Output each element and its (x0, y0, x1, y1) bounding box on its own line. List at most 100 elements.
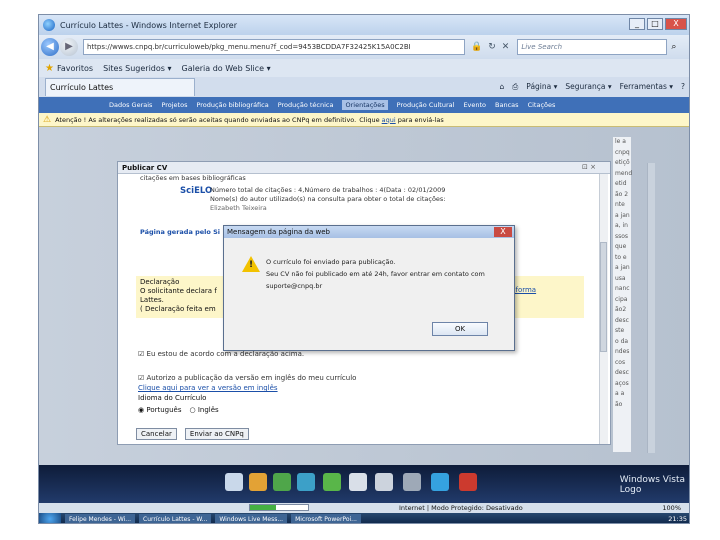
window-icon[interactable] (403, 473, 421, 491)
strip-line: etid (615, 180, 627, 187)
radio-en-label: Inglês (197, 406, 219, 414)
notice-tail: para enviá-las (397, 115, 444, 124)
agree-label: Eu estou de acordo com a declaração acim… (146, 350, 305, 358)
menu-producao-tecnica[interactable]: Produção técnica (278, 101, 334, 109)
favorites-item-webslice[interactable]: Galeria do Web Slice ▾ (182, 64, 271, 73)
radio-ingles[interactable]: ○ Inglês (190, 406, 219, 414)
warning-icon: ⚠ (43, 114, 52, 125)
status-bar: Internet | Modo Protegido: Desativado 10… (39, 503, 689, 513)
dialog-message: O currículo foi enviado para publicação.… (266, 256, 485, 292)
url-text: https://wwws.cnpq.br/curriculoweb/pkg_me… (87, 43, 411, 51)
strip-line: nte (615, 201, 625, 208)
cmd-page[interactable]: Página ▾ (526, 82, 557, 92)
dialog-close-button[interactable]: X (494, 227, 512, 237)
print-icon[interactable]: ⎙ (512, 82, 518, 92)
info-icon[interactable] (431, 473, 449, 491)
green-arrow-icon[interactable] (273, 473, 291, 491)
ie-logo-icon (43, 19, 55, 31)
strip-line: cnpq (615, 148, 630, 156)
refresh-tool-icon[interactable] (323, 473, 341, 491)
back-button[interactable]: ◀ (41, 38, 59, 56)
panel-close-button[interactable]: ⊡ × (582, 163, 596, 171)
right-text-strip: le a cnpq etiçõ mend etid ão 2 nte a jan… (613, 137, 633, 452)
notice-click: Clique (359, 115, 380, 124)
strip-line: desc (615, 316, 629, 324)
page-scrollbar[interactable] (647, 163, 655, 453)
english-label: Autorizo a publicação da versão em inglê… (146, 374, 357, 382)
brush-icon[interactable] (249, 473, 267, 491)
menu-dados-gerais[interactable]: Dados Gerais (109, 101, 152, 109)
favorites-button[interactable]: Favoritos (57, 64, 93, 73)
cmd-tools[interactable]: Ferramentas ▾ (620, 82, 673, 92)
gear-icon[interactable] (349, 473, 367, 491)
stop-button-icon[interactable] (459, 473, 477, 491)
menu-producao-cultural[interactable]: Produção Cultural (397, 101, 455, 109)
ok-button[interactable]: OK (432, 322, 488, 336)
cancel-button[interactable]: Cancelar (136, 428, 177, 440)
search-input[interactable]: Live Search (517, 39, 668, 55)
start-button[interactable] (39, 513, 61, 523)
menu-evento[interactable]: Evento (463, 101, 486, 109)
zoom-level[interactable]: 100% (662, 504, 689, 512)
help-icon[interactable]: ? (681, 82, 685, 92)
panel-title: Publicar CV (118, 162, 610, 174)
menu-projetos[interactable]: Projetos (161, 101, 187, 109)
document-icon[interactable] (375, 473, 393, 491)
radio-portugues[interactable]: ◉ Português (138, 406, 182, 414)
language-label: Idioma do Currículo (138, 394, 207, 402)
task-messenger[interactable]: Windows Live Mess... (215, 514, 288, 523)
home-icon[interactable]: ⌂ (500, 82, 505, 92)
strip-line: le a (615, 138, 626, 145)
task-felipe[interactable]: Felipe Mendes - Wi... (65, 514, 136, 523)
progress-bar (249, 504, 309, 511)
strip-line: cos (615, 358, 626, 366)
scielo-line: Número total de citações : 4,Número de t… (210, 186, 446, 194)
lock-icon[interactable]: 🔒 (471, 42, 482, 52)
window-controls: _ □ X (629, 18, 687, 30)
notice-text: Atenção ! As alterações realizadas só se… (55, 115, 357, 124)
panel-scroll-thumb[interactable] (600, 242, 607, 352)
close-window-button[interactable]: X (665, 18, 687, 30)
task-powerpoint[interactable]: Microsoft PowerPoi... (291, 514, 361, 523)
taskbar: Felipe Mendes - Wi... Currículo Lattes -… (39, 513, 689, 523)
notice-link[interactable]: aqui (382, 116, 396, 124)
address-bar: ◀ ▶ https://wwws.cnpq.br/curriculoweb/pk… (39, 35, 689, 59)
cut-heading: citações em bases bibliográficas (140, 174, 246, 182)
notice-bar: ⚠ Atenção ! As alterações realizadas só … (39, 113, 689, 127)
menu-producao-bibliografica[interactable]: Produção bibliográfica (196, 101, 268, 109)
english-checkbox-row[interactable]: ☑ Autorizo a publicação da versão em ing… (138, 374, 356, 382)
minimize-button[interactable]: _ (629, 18, 645, 30)
favorites-item-suggested[interactable]: Sites Sugeridos ▾ (103, 64, 171, 73)
menu-citacoes[interactable]: Citações (528, 101, 556, 109)
forward-button[interactable]: ▶ (60, 38, 78, 56)
english-version-link[interactable]: Clique aqui para ver a versão em inglês (138, 384, 278, 392)
search-icon[interactable]: ⌕ (671, 42, 676, 52)
menu-orientacoes[interactable]: Orientações (342, 100, 388, 110)
strip-line: mend (615, 169, 633, 177)
maximize-button[interactable]: □ (647, 18, 663, 30)
address-icons: 🔒 ↻ ✕ (471, 42, 509, 52)
strip-line: o da (615, 337, 629, 345)
url-input[interactable]: https://wwws.cnpq.br/curriculoweb/pkg_me… (83, 39, 465, 55)
radio-pt-label: Português (146, 406, 182, 414)
cursor-tool-icon[interactable] (225, 473, 243, 491)
progress-fill (250, 505, 277, 510)
agree-checkbox-row[interactable]: ☑ Eu estou de acordo com a declaração ac… (138, 350, 304, 358)
refresh-icon[interactable]: ↻ (488, 42, 496, 52)
strip-line: aços (615, 379, 629, 387)
menu-bancas[interactable]: Bancas (495, 101, 519, 109)
site-menu: Dados Gerais Projetos Produção bibliográ… (39, 97, 689, 113)
favorites-star-icon[interactable]: ★ (45, 63, 54, 74)
tab-curriculo-lattes[interactable]: Currículo Lattes (45, 78, 195, 96)
language-radios: ◉ Português ○ Inglês (138, 406, 219, 414)
recycle-icon[interactable] (297, 473, 315, 491)
send-cnpq-button[interactable]: Enviar ao CNPq (184, 428, 249, 440)
warning-triangle-icon: ! (242, 256, 260, 272)
strip-line: nanc (615, 285, 630, 292)
cmd-security[interactable]: Segurança ▾ (565, 82, 611, 92)
strip-line: usa (615, 274, 626, 282)
stop-icon[interactable]: ✕ (502, 42, 510, 52)
strip-line: que (615, 243, 627, 250)
task-lattes[interactable]: Currículo Lattes - W... (139, 514, 212, 523)
dialog-line: O currículo foi enviado para publicação. (266, 258, 396, 266)
